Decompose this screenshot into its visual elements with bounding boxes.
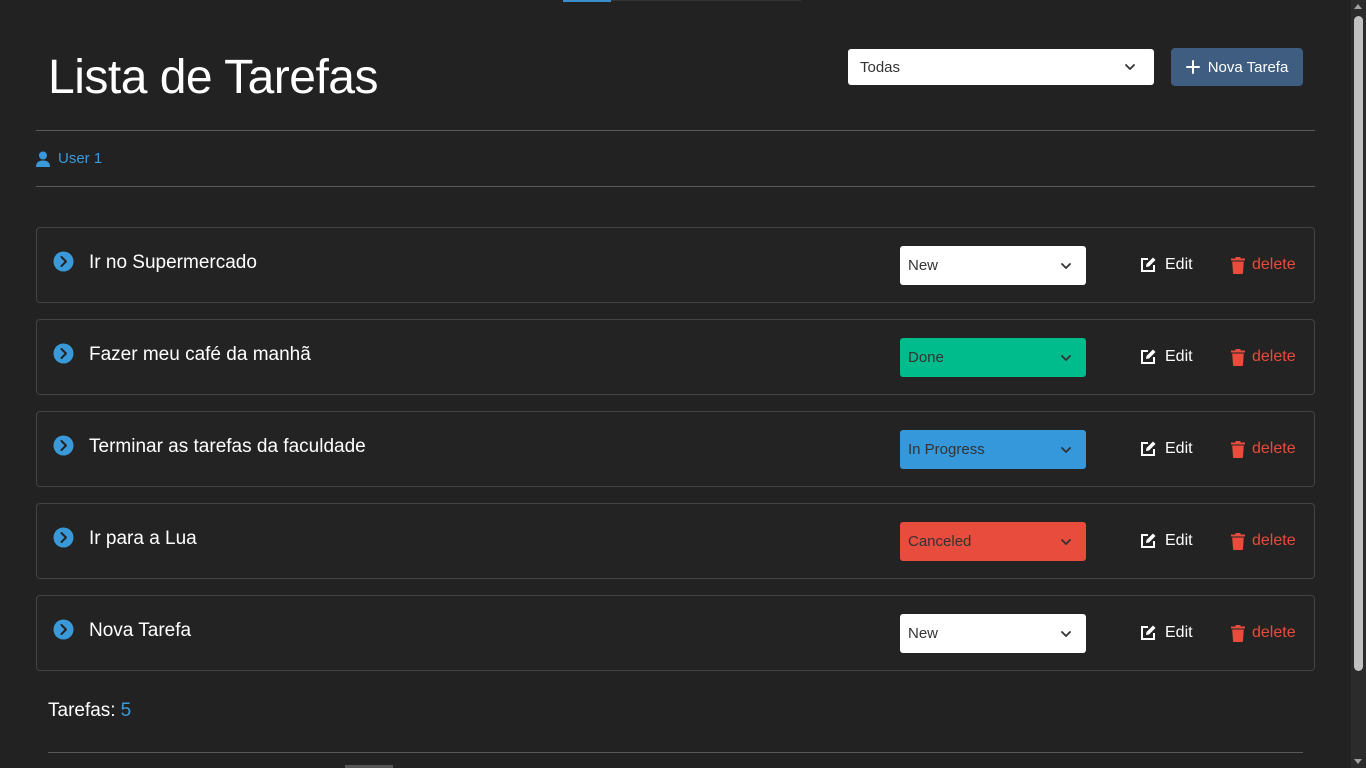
chevron-down-icon xyxy=(1061,262,1071,269)
task-count-value: 5 xyxy=(120,700,132,721)
edit-icon xyxy=(1141,533,1156,548)
trash-icon xyxy=(1231,532,1245,550)
task-status-select[interactable]: Canceled xyxy=(900,522,1086,561)
task-status-value: Done xyxy=(908,349,944,366)
delete-button-label: delete xyxy=(1252,348,1296,365)
chevron-down-icon xyxy=(1061,630,1071,637)
task-status-value: New xyxy=(908,625,939,642)
status-filter-value: Todas xyxy=(860,58,901,76)
scroll-down-icon[interactable] xyxy=(1354,759,1362,764)
task-count: Tarefas: 5 xyxy=(36,681,1315,741)
footer-divider xyxy=(48,752,1303,753)
task-card: Nova Tarefa New Edit delete xyxy=(36,595,1315,671)
task-card: Ir para a Lua Canceled Edit delete xyxy=(36,503,1315,579)
task-status-select[interactable]: Done xyxy=(900,338,1086,377)
edit-button[interactable]: Edit xyxy=(1140,348,1193,366)
task-status-select[interactable]: New xyxy=(900,614,1086,653)
edit-button-label: Edit xyxy=(1165,624,1193,641)
task-list: Ir no Supermercado New Edit delete Fazer… xyxy=(36,227,1315,671)
delete-button[interactable]: delete xyxy=(1231,532,1296,550)
task-title: Ir para a Lua xyxy=(89,528,197,549)
task-status-select[interactable]: In Progress xyxy=(900,430,1086,469)
task-status-value: New xyxy=(908,257,939,274)
task-title: Terminar as tarefas da faculdade xyxy=(89,436,366,457)
delete-button-label: delete xyxy=(1252,624,1296,641)
delete-button[interactable]: delete xyxy=(1231,256,1296,274)
chevron-down-icon xyxy=(1125,64,1135,70)
edit-button[interactable]: Edit xyxy=(1140,256,1193,274)
chevron-down-icon xyxy=(1061,354,1071,361)
new-task-button-label: Nova Tarefa xyxy=(1207,58,1289,76)
edit-icon xyxy=(1141,257,1156,272)
edit-icon xyxy=(1141,625,1156,640)
delete-button-label: delete xyxy=(1252,440,1296,457)
page-title: Lista de Tarefas xyxy=(48,51,379,104)
task-title: Nova Tarefa xyxy=(89,620,192,641)
trash-icon xyxy=(1231,256,1245,274)
user-name[interactable]: User 1 xyxy=(58,150,102,167)
delete-button[interactable]: delete xyxy=(1231,348,1296,366)
new-task-button[interactable]: Nova Tarefa xyxy=(1171,48,1303,86)
trash-icon xyxy=(1231,624,1245,642)
edit-button[interactable]: Edit xyxy=(1140,440,1193,458)
delete-button[interactable]: delete xyxy=(1231,624,1296,642)
task-title: Fazer meu café da manhã xyxy=(89,344,311,365)
task-title: Ir no Supermercado xyxy=(89,252,257,273)
delete-button-label: delete xyxy=(1252,532,1296,549)
task-card: Terminar as tarefas da faculdade In Prog… xyxy=(36,411,1315,487)
page-container: Lista de Tarefas Todas Nova Tarefa User … xyxy=(36,0,1315,741)
chevron-down-icon xyxy=(1061,446,1071,453)
status-filter-select[interactable]: Todas xyxy=(848,49,1154,85)
plus-icon xyxy=(1185,60,1200,74)
edit-button[interactable]: Edit xyxy=(1140,532,1193,550)
trash-icon xyxy=(1231,348,1245,366)
user-bar: User 1 xyxy=(36,131,1315,187)
scrollbar-thumb[interactable] xyxy=(1354,16,1363,671)
user-icon xyxy=(36,151,50,167)
chevron-right-circle-icon[interactable] xyxy=(53,251,74,272)
chevron-right-circle-icon[interactable] xyxy=(53,527,74,548)
edit-button[interactable]: Edit xyxy=(1140,624,1193,642)
edit-icon xyxy=(1141,441,1156,456)
chevron-right-circle-icon[interactable] xyxy=(53,435,74,456)
edit-button-label: Edit xyxy=(1165,348,1193,365)
edit-icon xyxy=(1141,349,1156,364)
edit-button-label: Edit xyxy=(1165,440,1193,457)
scroll-up-icon[interactable] xyxy=(1354,4,1362,9)
task-card: Fazer meu café da manhã Done Edit delete xyxy=(36,319,1315,395)
chevron-right-circle-icon[interactable] xyxy=(53,343,74,364)
task-status-value: Canceled xyxy=(908,533,972,550)
delete-button-label: delete xyxy=(1252,256,1296,273)
task-card: Ir no Supermercado New Edit delete xyxy=(36,227,1315,303)
task-status-select[interactable]: New xyxy=(900,246,1086,285)
trash-icon xyxy=(1231,440,1245,458)
task-count-label: Tarefas: xyxy=(48,700,116,721)
chevron-right-circle-icon[interactable] xyxy=(53,619,74,640)
chevron-down-icon xyxy=(1061,538,1071,545)
page-header: Lista de Tarefas Todas Nova Tarefa xyxy=(36,0,1315,131)
edit-button-label: Edit xyxy=(1165,532,1193,549)
delete-button[interactable]: delete xyxy=(1231,440,1296,458)
vertical-scrollbar[interactable] xyxy=(1351,0,1366,768)
edit-button-label: Edit xyxy=(1165,256,1193,273)
task-status-value: In Progress xyxy=(908,441,985,458)
